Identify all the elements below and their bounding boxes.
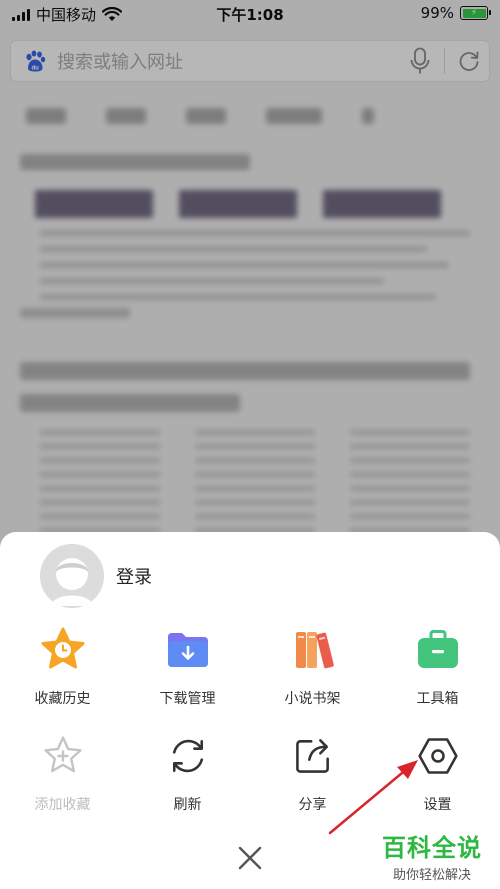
bookshelf-icon [285,622,341,678]
menu-item-label: 工具箱 [416,691,459,707]
menu-item-settings[interactable]: 设置 [375,728,500,814]
star-clock-icon [35,622,91,678]
menu-item-label: 添加收藏 [34,797,91,813]
avatar[interactable] [40,544,104,608]
menu-item-label: 小说书架 [284,691,341,707]
login-label[interactable]: 登录 [116,563,152,589]
menu-item-toolbox[interactable]: 工具箱 [375,622,500,708]
menu-item-share[interactable]: 分享 [250,728,375,814]
menu-item-favorites-history[interactable]: 收藏历史 [0,622,125,708]
menu-item-novel-bookshelf[interactable]: 小说书架 [250,622,375,708]
add-star-icon [35,728,91,784]
toolbox-icon [410,622,466,678]
download-folder-icon [160,622,216,678]
user-login-row[interactable]: 登录 [40,544,152,608]
menu-item-add-favorite[interactable]: 添加收藏 [0,728,125,814]
menu-item-label: 收藏历史 [34,691,91,707]
close-icon[interactable] [237,845,263,871]
close-button[interactable] [230,838,270,878]
menu-item-label: 设置 [423,797,452,813]
watermark-subtitle: 助你轻松解决 [392,868,471,883]
settings-hexagon-icon [410,728,466,784]
menu-item-label: 分享 [298,797,327,813]
menu-item-download-manager[interactable]: 下载管理 [125,622,250,708]
watermark-title: 百科全说 [382,834,482,862]
refresh-icon [160,728,216,784]
watermark: 百科全说 助你轻松解决 [376,828,488,883]
menu-item-label: 下载管理 [159,691,216,707]
menu-row-2: 添加收藏 刷新 分享 设置 [0,728,500,814]
share-icon [285,728,341,784]
menu-row-1: 收藏历史 下载管理 小说书架 工具箱 [0,622,500,708]
menu-item-refresh[interactable]: 刷新 [125,728,250,814]
menu-item-label: 刷新 [173,797,202,813]
